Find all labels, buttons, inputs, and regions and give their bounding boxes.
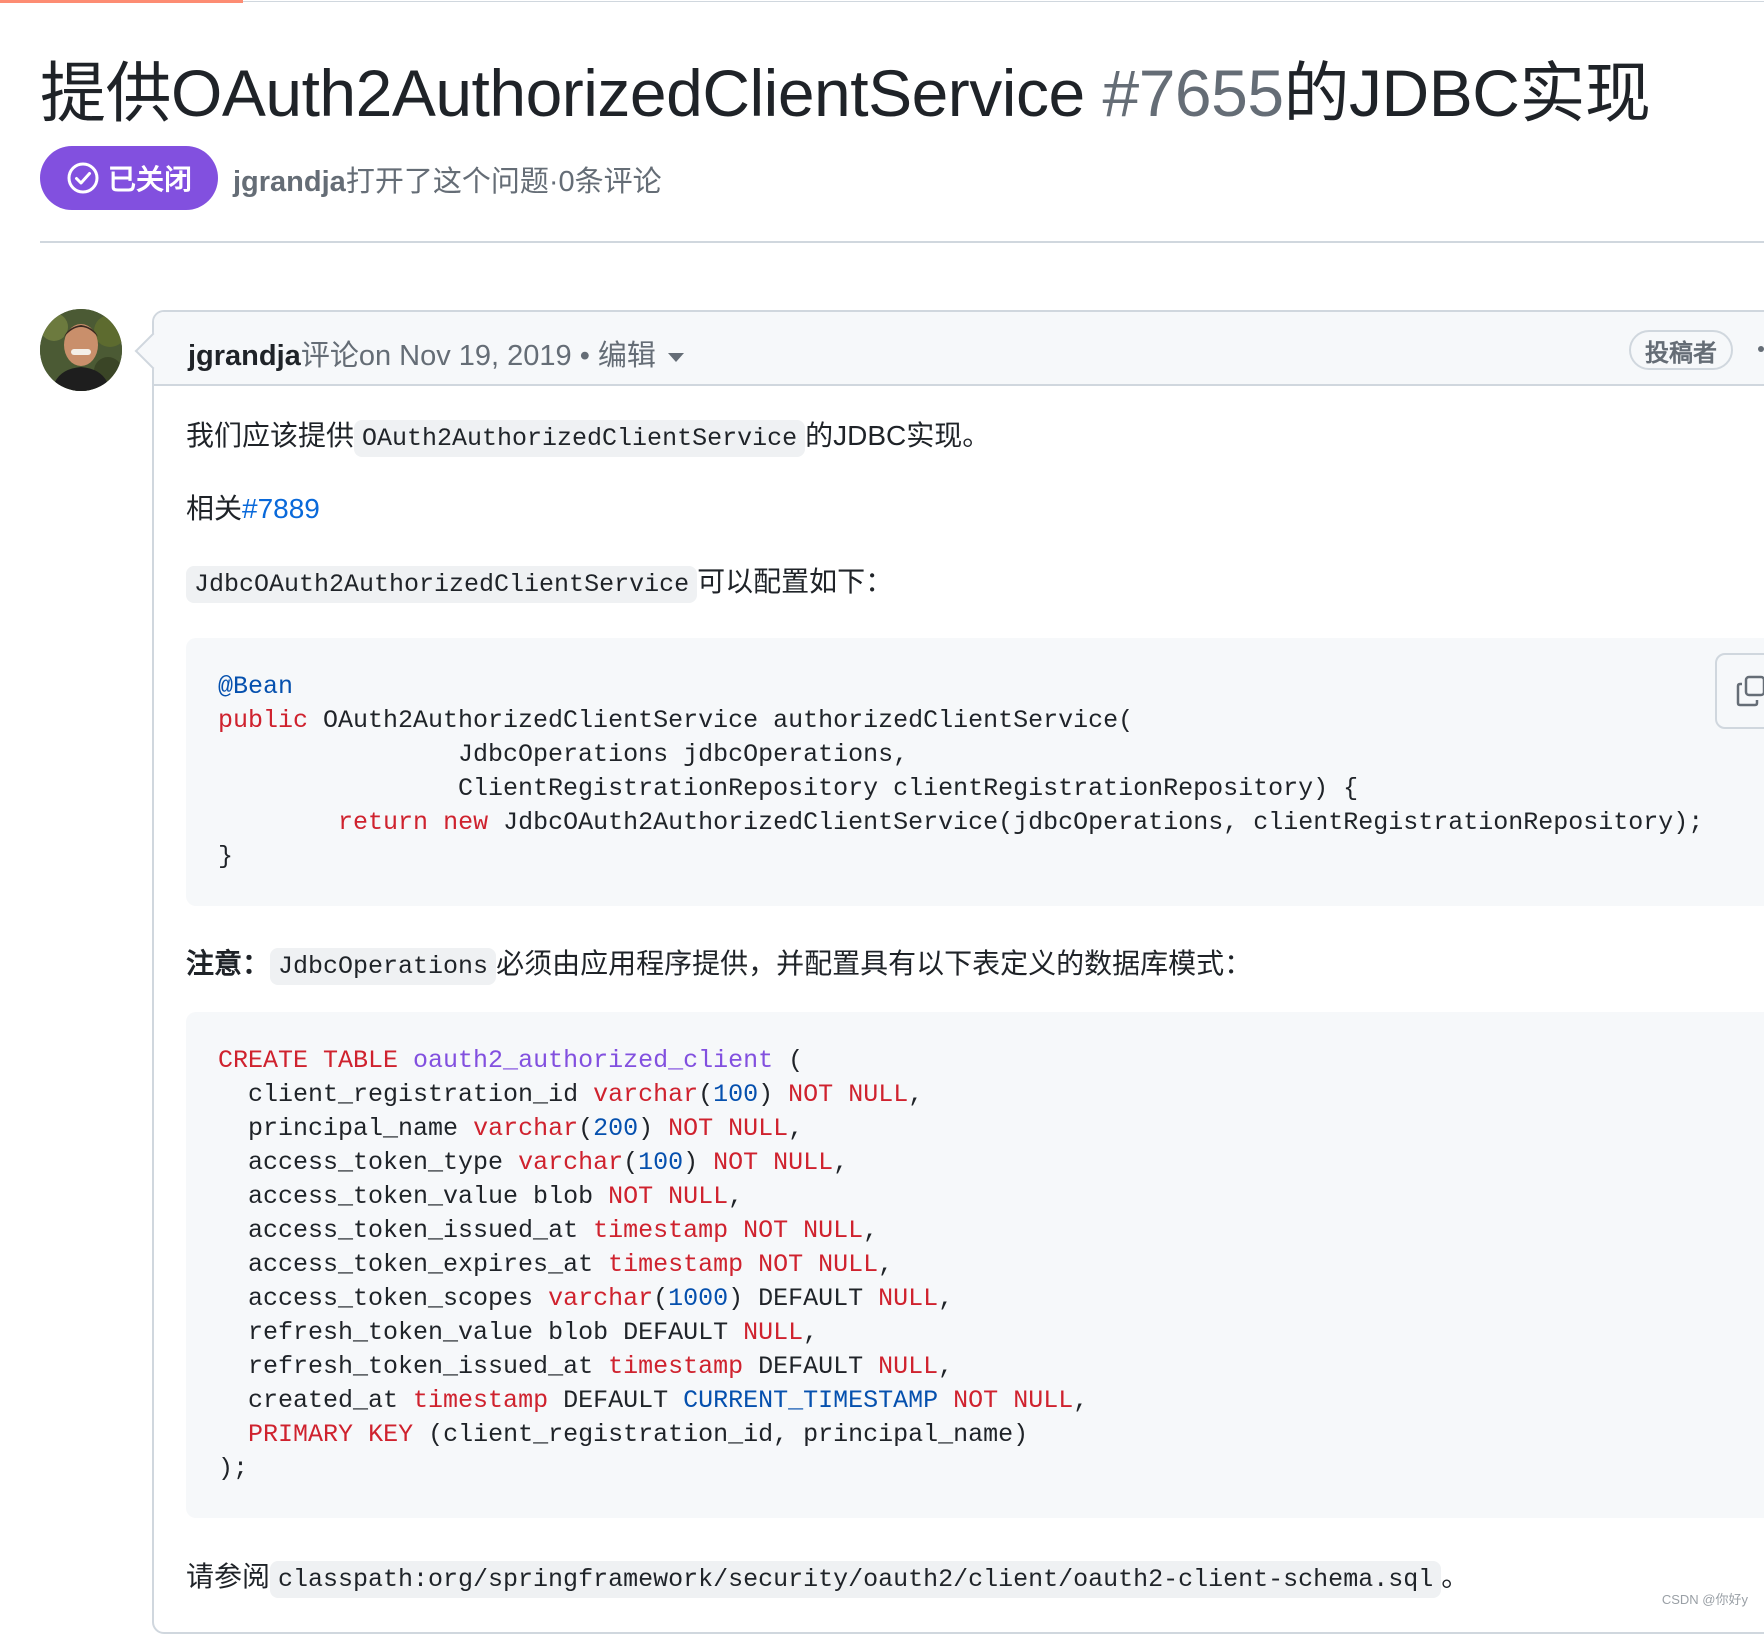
sql-keyword: CREATE TABLE [218, 1046, 399, 1075]
code-keyword: new [443, 808, 489, 837]
issue-state-label: 已关闭 [107, 164, 192, 195]
p1-inline-code: OAuth2AuthorizedClientService [354, 420, 806, 457]
sql-line: refresh_token_value blob DEFAULT NULL, [248, 1318, 819, 1347]
sql-code: CREATE TABLE oauth2_authorized_client ( … [218, 1046, 1089, 1483]
comment-paragraph-3: JdbcOAuth2AuthorizedClientService 可以配置如下： [186, 560, 894, 603]
schema-path-code: classpath:org/springframework/security/o… [270, 1561, 1442, 1598]
chevron-down-icon[interactable] [667, 352, 684, 362]
issue-state-badge: 已关闭 [40, 146, 218, 210]
tab-underline [0, 0, 243, 3]
issue-title-prefix: 提供OAuth2AuthorizedClientService [40, 56, 1103, 130]
code-close: } [218, 842, 234, 871]
p3-text-after: 可以配置如下： [697, 566, 894, 597]
comment-paragraph-1: 我们应该提供 OAuth2AuthorizedClientService 的JDBC… [186, 414, 991, 457]
sql-line: access_token_expires_at timestamp NOT NU… [248, 1250, 894, 1279]
sql-line: PRIMARY KEY (client_registration_id, pri… [248, 1420, 1029, 1449]
sql-line: access_token_type varchar(100) NOT NULL, [248, 1148, 849, 1177]
sql-line: refresh_token_issued_at timestamp DEFAUL… [248, 1352, 954, 1381]
code-keyword: return [338, 808, 429, 837]
code-arg: JdbcOperations jdbcOperations, [218, 740, 909, 769]
kebab-menu-icon[interactable] [1758, 346, 1764, 352]
copy-button[interactable] [1715, 653, 1764, 729]
code-keyword: public [218, 706, 309, 735]
sql-line: access_token_value blob NOT NULL, [248, 1182, 744, 1211]
avatar[interactable] [40, 309, 122, 391]
contributor-badge: 投稿者 [1629, 330, 1733, 370]
sql-line: client_registration_id varchar(100) NOT … [248, 1080, 924, 1109]
note-inline-code: JdbcOperations [270, 948, 497, 985]
code-arg: ClientRegistrationRepository clientRegis… [218, 774, 1359, 803]
sql-line: created_at timestamp DEFAULT CURRENT_TIM… [248, 1386, 1089, 1415]
sql-line: access_token_scopes varchar(1000) DEFAUL… [248, 1284, 954, 1313]
check-circle-icon [67, 162, 99, 194]
top-divider [243, 1, 1764, 2]
comment-action[interactable]: 评论on Nov 19, 2019 • 编辑 [301, 340, 656, 372]
p1-text-before: 我们应该提供 [186, 420, 355, 451]
sql-close: ); [218, 1454, 249, 1483]
comment-paragraph-2: 相关#7889 [186, 487, 320, 527]
sql-table-name: oauth2_authorized_client [413, 1046, 774, 1075]
issue-title-suffix: 的JDBC实现 [1283, 56, 1651, 130]
copy-icon [1736, 675, 1764, 707]
comment-header: jgrandja评论on Nov 19, 2019 • 编辑 投稿者 [154, 312, 1764, 386]
issue-number: #7655 [1102, 56, 1285, 130]
p3-inline-code: JdbcOAuth2AuthorizedClientService [186, 566, 698, 603]
issue-meta: jgrandja打开了这个问题·0条评论 [233, 158, 662, 200]
java-code: @Bean public OAuth2AuthorizedClientServi… [218, 670, 1703, 874]
issue-meta-text: 打开了这个问题·0条评论 [345, 166, 662, 198]
code-signature: OAuth2AuthorizedClientService authorized… [308, 706, 1134, 735]
sql-line: principal_name varchar(200) NOT NULL, [248, 1114, 804, 1143]
p1-text-after: 的JDBC实现。 [805, 420, 991, 451]
comment-note: 注意： JdbcOperations 必须由应用程序提供，并配置具有以下表定义的数据… [186, 942, 1253, 985]
see-label: 请参阅 [186, 1561, 271, 1592]
sql-line: access_token_issued_at timestamp NOT NUL… [248, 1216, 879, 1245]
related-label: 相关 [186, 493, 243, 524]
java-code-block: @Bean public OAuth2AuthorizedClientServi… [186, 638, 1764, 906]
code-return-expr: JdbcOAuth2AuthorizedClientService(jdbcOp… [488, 808, 1704, 837]
avatar-image [40, 309, 122, 391]
issue-title: 提供OAuth2AuthorizedClientService #7655的JD… [40, 48, 1651, 138]
code-annotation: @Bean [218, 672, 294, 701]
comment-see-also: 请参阅 classpath:org/springframework/securit… [186, 1555, 1470, 1598]
note-label: 注意： [186, 948, 271, 979]
comment-author-link[interactable]: jgrandja [188, 340, 301, 372]
note-text: 必须由应用程序提供，并配置具有以下表定义的数据库模式： [496, 948, 1253, 979]
header-divider [40, 241, 1764, 243]
issue-author-link[interactable]: jgrandja [233, 166, 346, 198]
related-issue-link[interactable]: #7889 [242, 493, 320, 524]
see-after: 。 [1441, 1561, 1470, 1592]
comment-author-line: jgrandja评论on Nov 19, 2019 • 编辑 [188, 332, 684, 374]
sql-code-block: CREATE TABLE oauth2_authorized_client ( … [186, 1012, 1764, 1518]
watermark: CSDN @你好y [1661, 1592, 1748, 1607]
